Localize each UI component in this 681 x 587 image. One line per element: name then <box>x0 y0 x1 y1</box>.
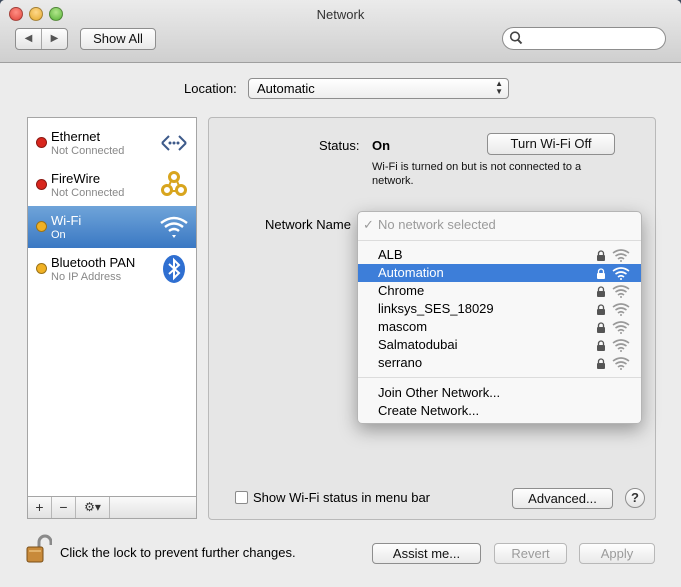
apply-button[interactable]: Apply <box>579 543 655 564</box>
search-field[interactable] <box>502 27 666 50</box>
join-other-network-item[interactable]: Join Other Network... <box>358 384 641 402</box>
lock-icon[interactable] <box>26 534 53 567</box>
status-description-line2: network. <box>372 175 414 187</box>
assist-me-button[interactable]: Assist me... <box>372 543 481 564</box>
menu-item-label: Create Network... <box>378 403 480 418</box>
status-dot <box>36 137 47 148</box>
firewire-icon <box>158 169 190 201</box>
status-description-line1: Wi-Fi is turned on but is not connected … <box>372 161 582 173</box>
network-item-chrome[interactable]: Chrome <box>358 282 641 300</box>
status-dot <box>36 179 47 190</box>
menu-item-label: Join Other Network... <box>378 385 501 400</box>
title-bar: Network ◀ ▶ Show All <box>0 0 681 63</box>
network-name: Chrome <box>378 283 425 298</box>
menu-item-no-network[interactable]: ✓ No network selected <box>358 216 641 234</box>
create-network-item[interactable]: Create Network... <box>358 402 641 420</box>
location-value: Automatic <box>257 81 315 96</box>
network-name: Salmatodubai <box>378 337 458 352</box>
wifi-signal-icon <box>612 356 630 375</box>
window-title: Network <box>316 7 365 22</box>
lock-text: Click the lock to prevent further change… <box>60 545 296 560</box>
menu-separator <box>358 377 641 378</box>
network-item-alb[interactable]: ALB <box>358 246 641 264</box>
menu-item-label: No network selected <box>378 217 496 232</box>
service-name: Wi-Fi <box>51 213 82 228</box>
service-name: Ethernet <box>51 129 101 144</box>
service-status: Not Connected <box>51 145 125 157</box>
service-status: On <box>51 229 66 241</box>
service-status: Not Connected <box>51 187 125 199</box>
network-name-label: Network Name <box>265 217 351 232</box>
service-list-toolbar: + − ⚙▾ <box>27 497 197 519</box>
location-label: Location: <box>184 81 237 96</box>
service-ethernet[interactable]: Ethernet Not Connected <box>28 122 196 164</box>
network-item-salmatodubai[interactable]: Salmatodubai <box>358 336 641 354</box>
bluetooth-icon <box>158 253 190 285</box>
network-item-serrano[interactable]: serrano <box>358 354 641 372</box>
service-bluetooth-pan[interactable]: Bluetooth PAN No IP Address <box>28 248 196 290</box>
network-name: serrano <box>378 355 423 370</box>
add-service-button[interactable]: + <box>28 497 52 518</box>
ethernet-icon <box>158 127 190 159</box>
show-wifi-status-checkbox[interactable] <box>235 491 248 504</box>
network-name: mascom <box>378 319 428 334</box>
network-name-menu: ✓ No network selected ALB Automation Chr… <box>357 211 642 424</box>
updown-icon: ▲ ▼ <box>495 79 503 96</box>
advanced-button[interactable]: Advanced... <box>512 488 613 509</box>
service-name: Bluetooth PAN <box>51 255 136 270</box>
network-item-mascom[interactable]: mascom <box>358 318 641 336</box>
location-select[interactable]: Automatic ▲ ▼ <box>248 78 509 99</box>
network-item-automation[interactable]: Automation <box>358 264 641 282</box>
service-wifi[interactable]: Wi-Fi On <box>28 206 196 248</box>
menu-separator <box>358 240 641 241</box>
checkmark-icon: ✓ <box>363 217 374 232</box>
back-button[interactable]: ◀ <box>16 29 41 49</box>
search-icon <box>509 30 523 49</box>
back-forward-control: ◀ ▶ <box>15 28 68 50</box>
network-name: Automation <box>378 265 444 280</box>
remove-service-button[interactable]: − <box>52 497 76 518</box>
status-dot <box>36 263 47 274</box>
service-status: No IP Address <box>51 271 122 283</box>
status-label: Status: <box>319 138 360 153</box>
revert-button[interactable]: Revert <box>494 543 567 564</box>
gear-menu-button[interactable]: ⚙▾ <box>76 497 110 518</box>
network-preferences-window: Network ◀ ▶ Show All Location: Automatic… <box>0 0 681 587</box>
turn-wifi-off-button[interactable]: Turn Wi-Fi Off <box>487 133 615 155</box>
service-firewire[interactable]: FireWire Not Connected <box>28 164 196 206</box>
show-all-button[interactable]: Show All <box>80 28 156 50</box>
status-dot <box>36 221 47 232</box>
show-wifi-status-label: Show Wi-Fi status in menu bar <box>253 490 431 505</box>
help-button[interactable]: ? <box>625 488 645 508</box>
service-name: FireWire <box>51 171 101 186</box>
network-item-linksys[interactable]: linksys_SES_18029 <box>358 300 641 318</box>
wifi-icon <box>158 211 190 243</box>
lock-icon <box>596 357 606 375</box>
network-name: ALB <box>378 247 403 262</box>
status-value: On <box>372 138 391 153</box>
service-list: Ethernet Not Connected FireWire Not Conn… <box>27 117 197 497</box>
forward-button[interactable]: ▶ <box>42 29 67 49</box>
network-name: linksys_SES_18029 <box>378 301 494 316</box>
